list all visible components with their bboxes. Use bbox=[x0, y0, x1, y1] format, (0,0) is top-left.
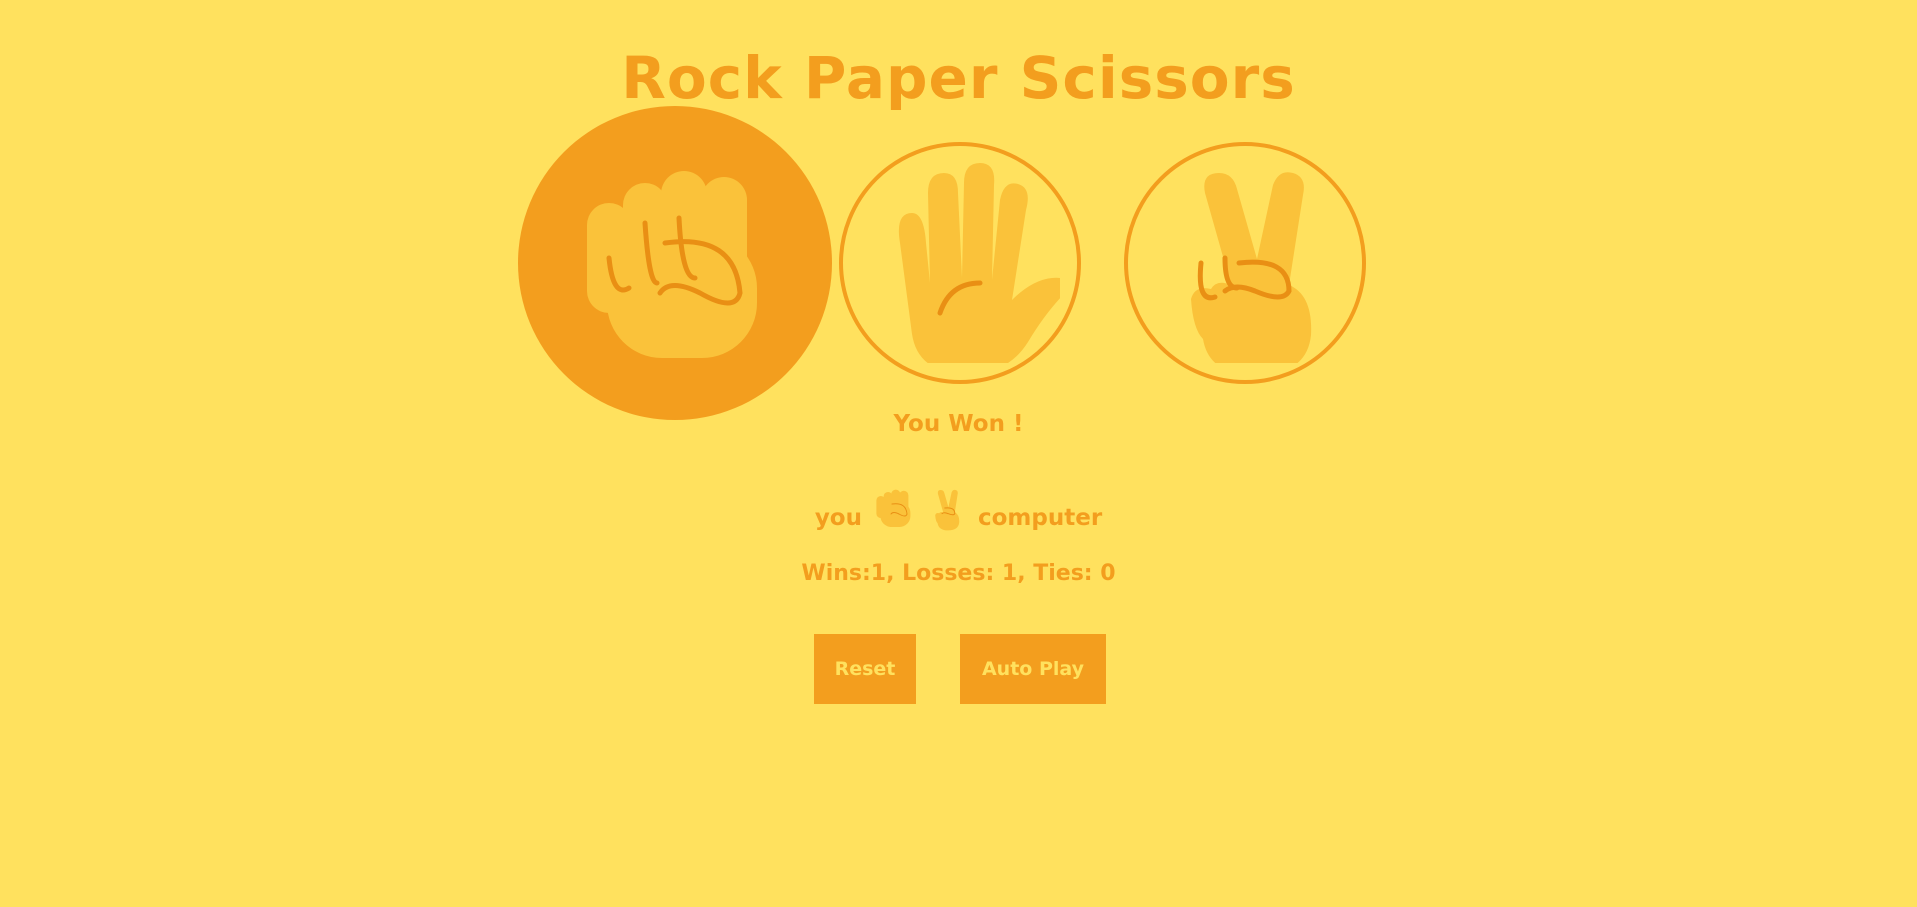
moves-display: you computer bbox=[0, 458, 1917, 558]
rock-choice-button[interactable] bbox=[518, 106, 832, 420]
score-text: Wins:1, Losses: 1, Ties: 0 bbox=[801, 561, 1116, 586]
you-label: you bbox=[814, 505, 862, 531]
rock-fist-icon bbox=[587, 171, 757, 358]
computer-label: computer bbox=[977, 505, 1103, 531]
auto-play-button[interactable]: Auto Play bbox=[960, 634, 1106, 704]
page-title: Rock Paper Scissors bbox=[621, 44, 1296, 112]
paper-choice-button[interactable] bbox=[839, 142, 1081, 384]
reset-button[interactable]: Reset bbox=[814, 634, 916, 704]
scissors-victory-hand-icon bbox=[935, 489, 960, 531]
scissors-victory-hand-icon bbox=[1191, 172, 1312, 363]
scissors-choice-button[interactable] bbox=[1124, 142, 1366, 384]
paper-hand-icon bbox=[898, 163, 1060, 363]
result-message: You Won ! bbox=[893, 411, 1024, 437]
rock-fist-icon bbox=[876, 489, 911, 527]
